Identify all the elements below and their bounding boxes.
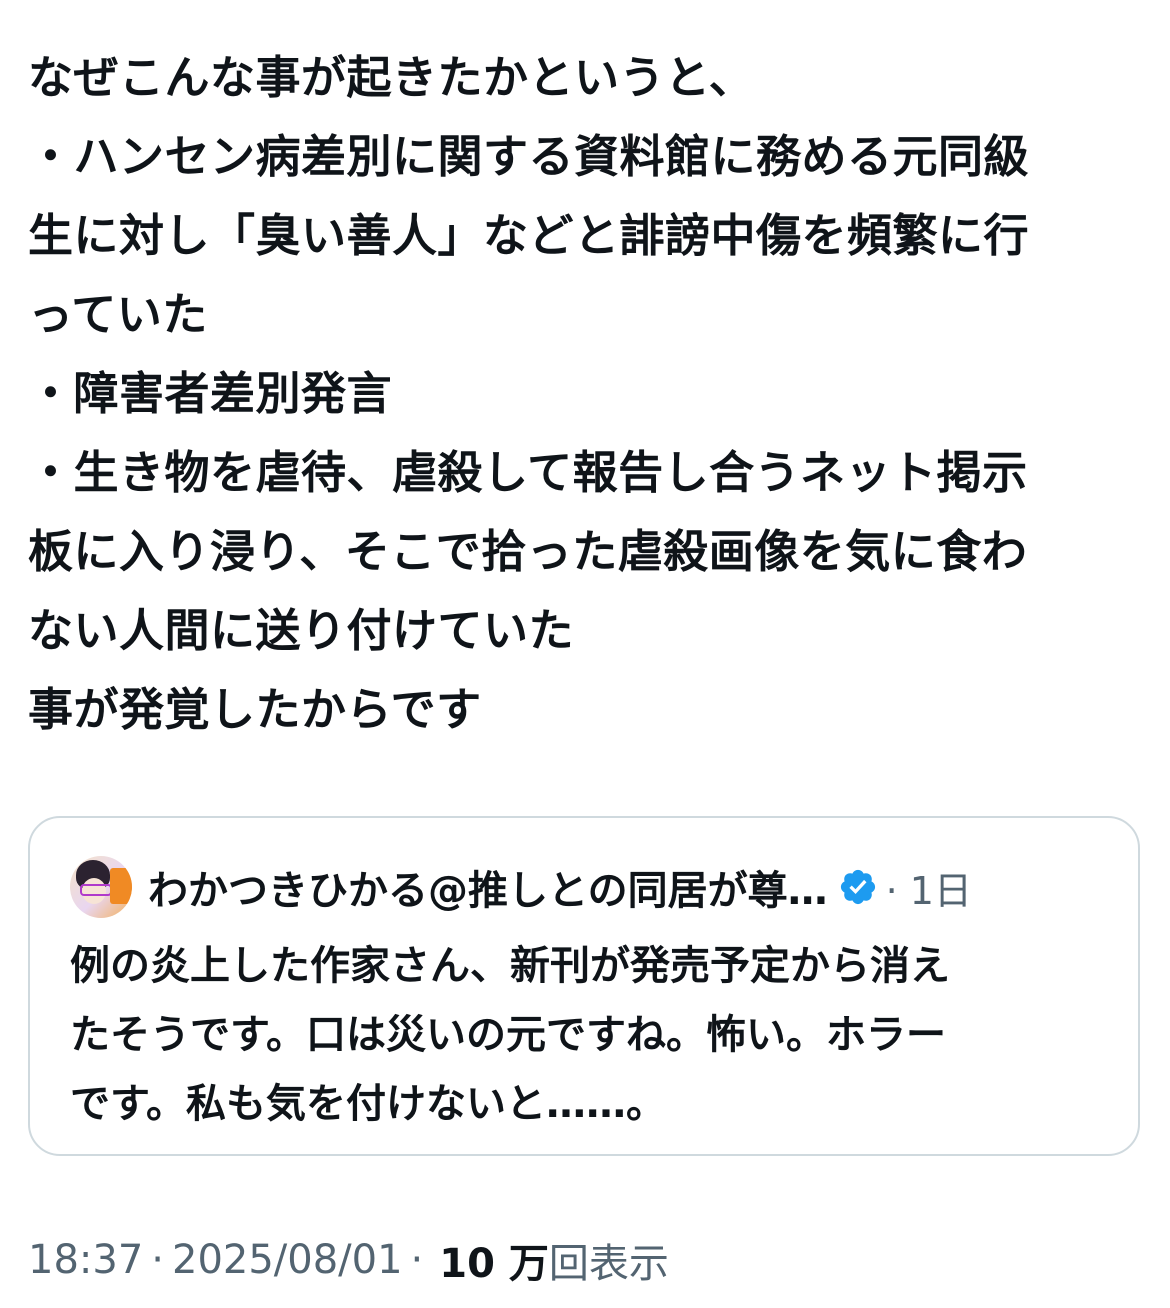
post-line: なぜこんな事が起きたかというと、 [28, 51, 755, 104]
quoted-post-body: 例の炎上した作家さん、新刊が発売予定から消え たそうです。口は災いの元ですね。怖… [70, 932, 1080, 1139]
post-line: ない人間に送り付けていた [28, 604, 575, 657]
post-line: ・ハンセン病差別に関する資料館に務める元同級 [28, 130, 1030, 183]
quoted-post-time[interactable]: · 1日 [886, 860, 972, 915]
avatar[interactable] [70, 856, 132, 918]
post-time[interactable]: 18:37 [28, 1237, 143, 1283]
quoted-author-name[interactable]: わかつきひかる@推しとの同居が尊… [148, 858, 828, 916]
views-count[interactable]: 10 万 [439, 1231, 549, 1289]
quoted-post-card[interactable]: わかつきひかる@推しとの同居が尊… · 1日 例の炎上した作家さん、新刊が発売予… [28, 816, 1140, 1156]
post-line: 生に対し「臭い善人」などと誹謗中傷を頻繁に行 [28, 209, 1030, 262]
quoted-post-line: です。私も気を付けないと……。 [70, 1081, 666, 1127]
meta-separator: · [410, 1237, 424, 1283]
post-date[interactable]: 2025/08/01 [172, 1237, 403, 1283]
meta-separator: · [151, 1237, 164, 1283]
post-line: ・生き物を虐待、虐殺して報告し合うネット掲示 [28, 446, 1028, 499]
quoted-post-line: 例の炎上した作家さん、新刊が発売予定から消え [70, 943, 950, 989]
post-line: 板に入り浸り、そこで拾った虐殺画像を気に食わ [28, 525, 1028, 578]
post-line: 事が発覚したからです [28, 683, 482, 736]
post-line: っていた [28, 288, 208, 341]
post-body: なぜこんな事が起きたかというと、 ・ハンセン病差別に関する資料館に務める元同級 … [28, 38, 1148, 749]
avatar-glasses [80, 884, 112, 896]
views-label[interactable]: 回表示 [549, 1231, 669, 1289]
quoted-post-line: たそうです。口は災いの元ですね。怖い。ホラー [70, 1012, 946, 1058]
post-line: ・障害者差別発言 [28, 367, 393, 420]
avatar-tag [110, 868, 132, 904]
post-meta: 18:37 · 2025/08/01 · 10 万 回表示 [28, 1230, 669, 1290]
verified-badge-icon [840, 869, 875, 905]
quoted-post-header: わかつきひかる@推しとの同居が尊… · 1日 [70, 854, 972, 920]
